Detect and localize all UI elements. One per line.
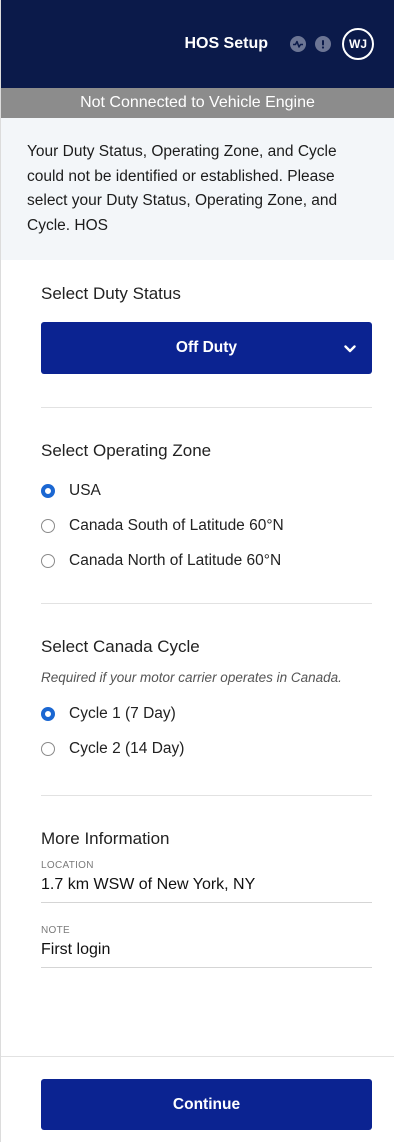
connection-status-bar: Not Connected to Vehicle Engine (1, 88, 394, 118)
app-header: HOS Setup WJ (1, 0, 394, 88)
activity-icon[interactable] (290, 36, 306, 52)
cycle-option-label: Cycle 1 (7 Day) (69, 705, 176, 722)
duty-status-title: Select Duty Status (41, 284, 181, 303)
duty-status-dropdown[interactable]: Off Duty (41, 322, 372, 374)
radio-unchecked-icon[interactable] (41, 519, 55, 533)
location-value[interactable]: 1.7 km WSW of New York, NY (41, 876, 372, 903)
zone-option-label: Canada South of Latitude 60°N (69, 517, 284, 534)
operating-zone-section: Select Operating Zone USA Canada South o… (41, 408, 372, 573)
operating-zone-options: USA Canada South of Latitude 60°N Canada… (41, 479, 372, 573)
note-field[interactable]: NOTE First login (41, 925, 372, 968)
radio-checked-icon[interactable] (41, 484, 55, 498)
setup-notice-text: Your Duty Status, Operating Zone, and Cy… (27, 143, 338, 234)
note-value[interactable]: First login (41, 941, 372, 968)
chevron-down-icon (344, 341, 356, 359)
cycle-option-2[interactable]: Cycle 2 (14 Day) (41, 737, 372, 761)
location-label: LOCATION (41, 860, 94, 871)
operating-zone-title: Select Operating Zone (41, 441, 212, 460)
header-title: HOS Setup (184, 35, 268, 52)
zone-option-canada-north[interactable]: Canada North of Latitude 60°N (41, 549, 372, 573)
footer-bar: Continue (1, 1056, 394, 1142)
canada-cycle-options: Cycle 1 (7 Day) Cycle 2 (14 Day) (41, 702, 372, 761)
zone-option-label: Canada North of Latitude 60°N (69, 552, 282, 569)
setup-form: Select Duty Status Off Duty Select Opera… (1, 260, 394, 968)
zone-option-canada-south[interactable]: Canada South of Latitude 60°N (41, 514, 372, 538)
canada-cycle-title: Select Canada Cycle (41, 637, 200, 656)
canada-cycle-hint: Required if your motor carrier operates … (41, 670, 342, 685)
radio-checked-icon[interactable] (41, 707, 55, 721)
setup-notice: Your Duty Status, Operating Zone, and Cy… (1, 118, 394, 260)
cycle-option-label: Cycle 2 (14 Day) (69, 740, 185, 757)
more-info-title: More Information (41, 829, 170, 848)
hos-setup-screen: HOS Setup WJ Not Connected to Vehicle En… (0, 0, 394, 1142)
location-field[interactable]: LOCATION 1.7 km WSW of New York, NY (41, 860, 372, 903)
note-label: NOTE (41, 925, 70, 936)
duty-status-section: Select Duty Status Off Duty (41, 260, 372, 374)
more-info-section: More Information LOCATION 1.7 km WSW of … (41, 796, 372, 968)
duty-status-selected: Off Duty (175, 339, 238, 356)
zone-option-usa[interactable]: USA (41, 479, 372, 503)
continue-button-label: Continue (172, 1095, 241, 1113)
radio-unchecked-icon[interactable] (41, 742, 55, 756)
alert-icon[interactable] (315, 36, 331, 52)
avatar[interactable]: WJ (342, 28, 374, 60)
continue-button[interactable]: Continue (41, 1079, 372, 1130)
radio-unchecked-icon[interactable] (41, 554, 55, 568)
connection-status-text: Not Connected to Vehicle Engine (80, 94, 315, 111)
zone-option-label: USA (69, 482, 101, 499)
cycle-option-1[interactable]: Cycle 1 (7 Day) (41, 702, 372, 726)
canada-cycle-section: Select Canada Cycle Required if your mot… (41, 604, 372, 761)
